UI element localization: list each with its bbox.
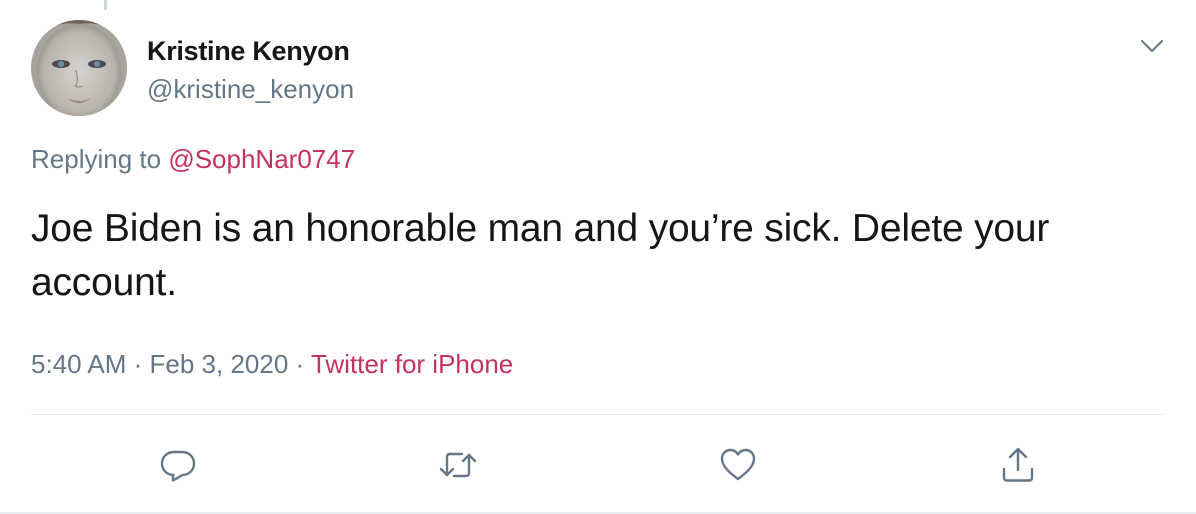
author-handle[interactable]: @kristine_kenyon — [147, 72, 354, 106]
replying-to-label: Replying to — [31, 144, 169, 174]
heart-icon — [718, 445, 758, 485]
reply-icon — [158, 445, 198, 485]
reply-button[interactable] — [156, 443, 200, 487]
tweet-source-link[interactable]: Twitter for iPhone — [311, 349, 513, 379]
retweet-icon — [438, 445, 478, 485]
share-icon — [998, 445, 1038, 485]
meta-separator: · — [126, 349, 150, 379]
thread-connector-line — [104, 0, 107, 10]
action-bar — [0, 443, 1196, 487]
share-button[interactable] — [996, 443, 1040, 487]
tweet-metadata: 5:40 AM · Feb 3, 2020 · Twitter for iPho… — [31, 347, 513, 381]
tweet-time[interactable]: 5:40 AM — [31, 349, 126, 379]
reply-mention-link[interactable]: @SophNar0747 — [168, 144, 355, 174]
tweet-card: Kristine Kenyon @kristine_kenyon Replyin… — [0, 0, 1196, 514]
avatar[interactable] — [31, 20, 127, 116]
tweet-text: Joe Biden is an honorable man and you’re… — [31, 207, 1050, 304]
author-block[interactable]: Kristine Kenyon @kristine_kenyon — [147, 34, 354, 106]
replying-to-line: Replying to @SophNar0747 — [31, 143, 355, 175]
tweet-date[interactable]: Feb 3, 2020 — [150, 349, 289, 379]
author-display-name[interactable]: Kristine Kenyon — [147, 34, 354, 68]
like-button[interactable] — [716, 443, 760, 487]
retweet-button[interactable] — [436, 443, 480, 487]
meta-separator: · — [288, 349, 311, 379]
divider — [31, 414, 1166, 415]
chevron-down-icon[interactable] — [1138, 34, 1166, 58]
